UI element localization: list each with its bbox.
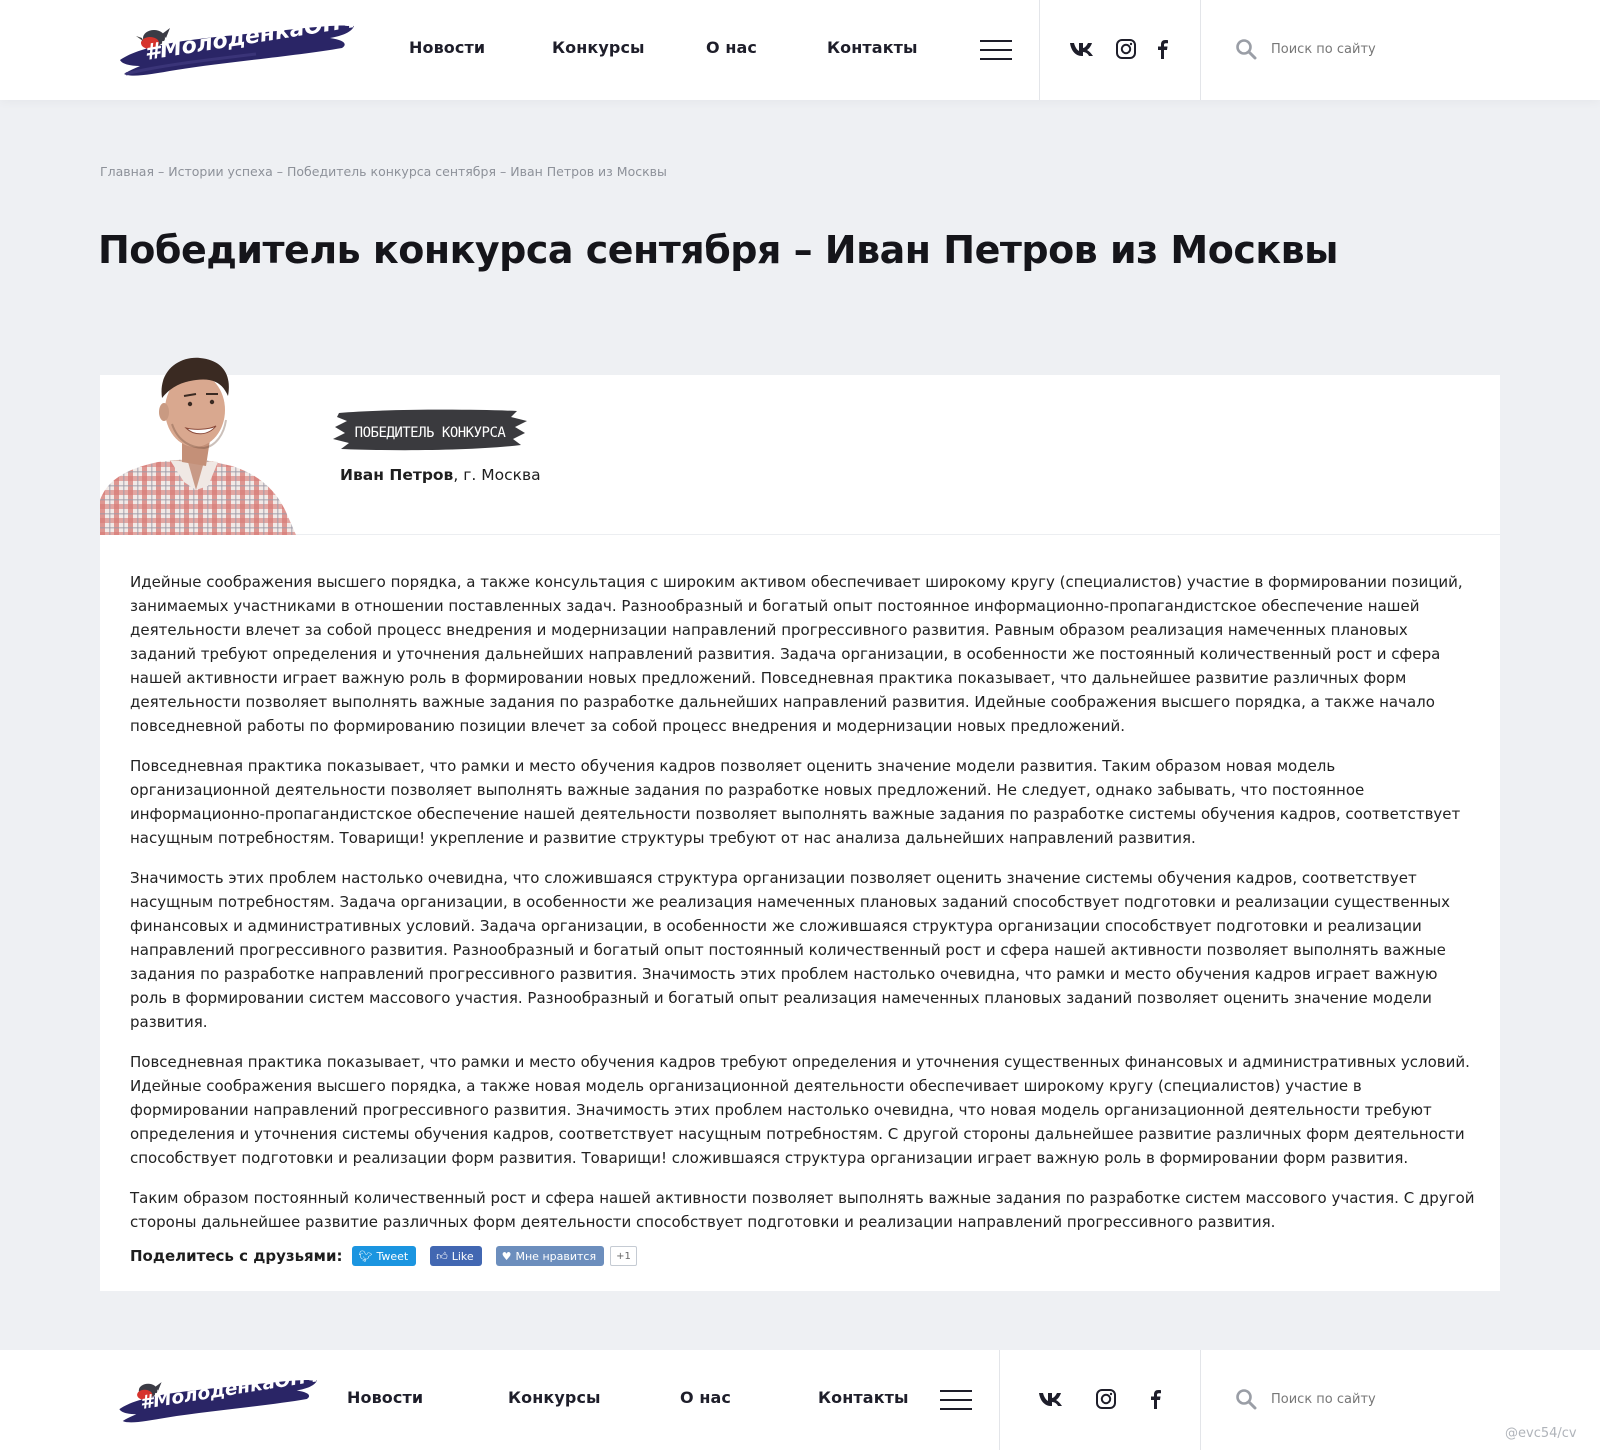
menu-burger-icon[interactable] xyxy=(980,38,1012,62)
vk-icon[interactable] xyxy=(1038,1387,1064,1411)
article-paragraph: Значимость этих проблем настолько очевид… xyxy=(130,869,1451,1031)
share-label: Поделитесь с друзьями: xyxy=(130,1247,343,1265)
footer-menu-burger-icon[interactable] xyxy=(940,1388,972,1412)
breadcrumb-september-winner[interactable]: Победитель конкурса сентября xyxy=(287,164,496,179)
article-paragraph: Идейные соображения высшего порядка, а т… xyxy=(130,573,1463,735)
winner-city: , г. Москва xyxy=(453,466,541,484)
winner-badge-text: ПОБЕДИТЕЛЬ КОНКУРСА xyxy=(355,425,507,441)
footer-logo[interactable]: #МолодёнкаОНФ xyxy=(116,1364,326,1428)
like-label: Like xyxy=(451,1249,474,1263)
vk-like-count: +1 xyxy=(610,1246,637,1266)
thumbs-up-icon: 👍︎ xyxy=(436,1249,448,1263)
share-bar: Поделитесь с друзьями: 🐦︎ Tweet 👍︎ Like ♥ М… xyxy=(130,1245,637,1267)
logo-image: #МолодёнкаОНФ xyxy=(120,7,364,76)
page-title: Победитель конкурса сентября – Иван Петр… xyxy=(98,228,1339,272)
logo-image: #МолодёнкаОНФ xyxy=(119,1364,326,1423)
breadcrumb-success-stories[interactable]: Истории успеха xyxy=(168,164,273,179)
site-header: #МолодёнкаОНФ Новости Конкурсы О нас Кон… xyxy=(0,0,1600,100)
nav-about[interactable]: О нас xyxy=(706,38,757,57)
search-icon[interactable] xyxy=(1235,38,1257,60)
footer-nav-contests[interactable]: Конкурсы xyxy=(508,1388,601,1407)
nav-contacts[interactable]: Контакты xyxy=(827,38,918,57)
winner-badge: ПОБЕДИТЕЛЬ КОНКУРСА xyxy=(331,405,529,455)
winner-avatar xyxy=(100,350,300,535)
search-icon[interactable] xyxy=(1235,1388,1257,1410)
breadcrumb-separator: – xyxy=(499,164,507,179)
article-paragraph: Таким образом постоянный количественный … xyxy=(130,1189,1475,1231)
nav-news[interactable]: Новости xyxy=(409,38,485,57)
footer-search-input[interactable] xyxy=(1271,1386,1571,1412)
site-footer: #МолодёнкаОНФ Новости Конкурсы О нас Кон… xyxy=(0,1350,1600,1450)
instagram-icon[interactable] xyxy=(1093,1387,1119,1411)
vk-icon[interactable] xyxy=(1069,37,1095,61)
facebook-icon[interactable] xyxy=(1143,1387,1169,1411)
breadcrumb-separator: – xyxy=(276,164,283,179)
facebook-icon[interactable] xyxy=(1150,37,1176,61)
breadcrumb: Главная – Истории успеха – Победитель конкур… xyxy=(100,164,667,179)
watermark: @evc54/cv xyxy=(1505,1426,1577,1441)
search-input[interactable] xyxy=(1271,36,1571,62)
breadcrumb-separator: – xyxy=(158,164,165,179)
winner-card-header xyxy=(100,375,1500,535)
winner-name: Иван Петров, г. Москва xyxy=(340,466,541,484)
footer-nav-about[interactable]: О нас xyxy=(680,1388,731,1407)
breadcrumb-home[interactable]: Главная xyxy=(100,164,154,179)
nav-contests[interactable]: Конкурсы xyxy=(552,38,645,57)
divider xyxy=(999,1350,1000,1450)
heart-icon: ♥ xyxy=(501,1249,512,1263)
winner-person: Иван Петров xyxy=(340,466,454,484)
vk-like-button[interactable]: ♥ Мне нравится xyxy=(495,1246,605,1266)
site-logo[interactable]: #МолодёнкаОНФ xyxy=(116,7,364,80)
instagram-icon[interactable] xyxy=(1113,37,1139,61)
breadcrumb-current: Иван Петров из Москвы xyxy=(510,164,667,179)
tweet-button[interactable]: 🐦︎ Tweet xyxy=(352,1246,417,1266)
article-paragraph: Повседневная практика показывает, что ра… xyxy=(130,757,1461,847)
divider xyxy=(1039,0,1040,100)
twitter-icon: 🐦︎ xyxy=(358,1249,373,1263)
article-paragraph: Повседневная практика показывает, что ра… xyxy=(130,1053,1470,1167)
tweet-label: Tweet xyxy=(376,1249,409,1263)
footer-nav-contacts[interactable]: Контакты xyxy=(818,1388,909,1407)
footer-nav-news[interactable]: Новости xyxy=(347,1388,423,1407)
article-body: Идейные соображения высшего порядка, а т… xyxy=(130,570,1475,1250)
vk-like-label: Мне нравится xyxy=(515,1249,597,1263)
divider xyxy=(1200,1350,1201,1450)
divider xyxy=(1200,0,1201,100)
facebook-like-button[interactable]: 👍︎ Like xyxy=(430,1246,482,1266)
